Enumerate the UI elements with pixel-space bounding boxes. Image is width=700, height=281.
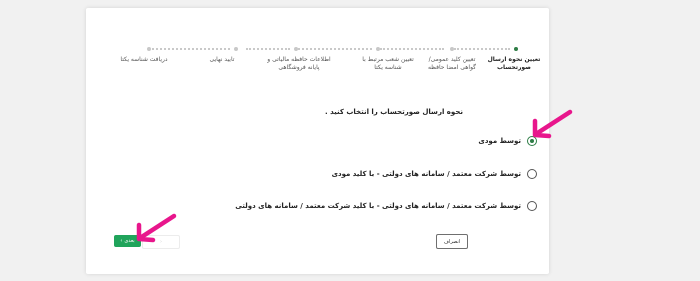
stepper: تعیین نحوه ارسال صورتحساب تعیین کلید عمو… xyxy=(86,44,549,84)
chevron-left-icon: ‹ xyxy=(120,238,123,244)
step-label-tax-memory: اطلاعات حافظه مالیاتی و پایانه فروشگاهی xyxy=(267,56,331,71)
step-label-public-key: تعیین کلید عمومی/گواهی امضا حافظه xyxy=(427,56,477,71)
cancel-button[interactable]: انصراف xyxy=(436,234,468,249)
step-dot xyxy=(294,47,298,51)
step-dot xyxy=(147,47,151,51)
step-connector xyxy=(454,48,510,50)
step-dot-active xyxy=(514,47,518,51)
step-label-branches: تعیین شعب مرتبط با شناسه یکتا xyxy=(362,56,414,71)
step-label-send-method: تعیین نحوه ارسال صورتحساب xyxy=(487,56,541,71)
step-connector xyxy=(380,48,444,50)
step-connector xyxy=(298,48,372,50)
step-label-final-approval: تایید نهایی xyxy=(209,56,235,63)
step-dot xyxy=(234,47,238,51)
option-label: توسط شرکت معتمد / سامانه های دولتی - با … xyxy=(331,170,521,178)
option-trusted-company-own-key[interactable]: توسط شرکت معتمد / سامانه های دولتی - با … xyxy=(235,201,537,211)
step-dot xyxy=(376,47,380,51)
step-connector xyxy=(152,48,230,50)
radio-unchecked[interactable] xyxy=(527,201,537,211)
option-label: توسط مودی xyxy=(478,137,521,145)
form-question: نحوه ارسال صورتحساب را انتخاب کنید . xyxy=(325,108,463,116)
option-trusted-company-taxpayer-key[interactable]: توسط شرکت معتمد / سامانه های دولتی - با … xyxy=(332,169,537,179)
step-dot xyxy=(450,47,454,51)
option-label: توسط شرکت معتمد / سامانه های دولتی - با … xyxy=(235,202,521,210)
radio-unchecked[interactable] xyxy=(527,169,537,179)
annotation-arrow-icon xyxy=(532,109,573,139)
step-connector xyxy=(246,48,290,50)
annotation-arrow-icon xyxy=(136,213,177,243)
step-label-unique-id: دریافت شناسه یکتا xyxy=(120,56,168,63)
